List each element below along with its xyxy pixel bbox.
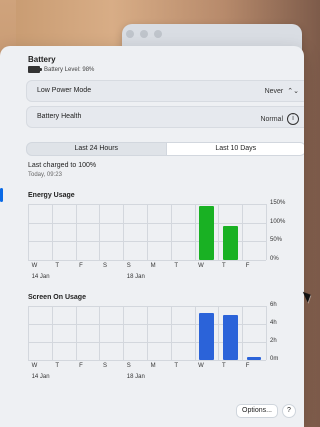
tab-last-24-hours[interactable]: Last 24 Hours bbox=[27, 143, 166, 155]
screen-v-gridline bbox=[194, 306, 196, 360]
background-window-controls bbox=[126, 30, 162, 38]
screen-x-day-label: F bbox=[79, 363, 83, 369]
low-power-mode-select[interactable]: Never ⌃⌄ bbox=[264, 87, 299, 96]
screen-x-day-label: S bbox=[102, 363, 107, 369]
screen-y-tick-label: 2h bbox=[270, 338, 277, 344]
energy-bar bbox=[199, 205, 214, 260]
info-icon[interactable]: i bbox=[287, 113, 299, 125]
energy-x-day-label: W bbox=[198, 263, 204, 269]
last-charged-time: Today, 09:23 bbox=[28, 172, 62, 178]
screen-x-day-label: W bbox=[198, 363, 204, 369]
screen-x-day-label: T bbox=[221, 363, 226, 369]
energy-x-day-label: W bbox=[31, 263, 38, 269]
energy-v-gridline bbox=[147, 204, 148, 260]
energy-v-gridline bbox=[99, 204, 101, 260]
screen-x-date-label: 18 Jan bbox=[126, 374, 145, 380]
energy-x-day-label: T bbox=[174, 263, 179, 269]
screen-v-gridline bbox=[266, 306, 267, 360]
options-button[interactable]: Options... bbox=[236, 404, 278, 418]
battery-level-row: Battery Level: 98% bbox=[28, 66, 94, 73]
energy-v-gridline bbox=[194, 204, 196, 260]
energy-x-date-label: 14 Jan bbox=[31, 274, 50, 280]
screen-y-tick-label: 4h bbox=[270, 320, 277, 326]
sidebar-selection-indicator bbox=[0, 188, 3, 202]
screen-on-usage-title: Screen On Usage bbox=[28, 294, 86, 301]
screen-v-gridline bbox=[51, 306, 53, 360]
screen-bar bbox=[246, 357, 262, 360]
energy-v-gridline bbox=[242, 204, 244, 260]
minimize-dot-icon bbox=[140, 30, 148, 38]
energy-x-day-label: S bbox=[126, 263, 131, 269]
screen-v-gridline bbox=[170, 306, 172, 360]
energy-x-day-label: T bbox=[55, 263, 60, 269]
energy-y-tick-label: 0% bbox=[270, 256, 279, 262]
panel-content: Battery Battery Level: 98% Low Power Mod… bbox=[16, 46, 304, 427]
time-range-toggle: Last 24 Hours Last 10 Days bbox=[26, 142, 304, 156]
energy-v-gridline bbox=[123, 204, 125, 260]
screen-v-gridline bbox=[28, 306, 29, 360]
energy-v-gridline bbox=[170, 204, 172, 260]
energy-v-gridline bbox=[218, 204, 220, 260]
screen-v-gridline bbox=[242, 306, 244, 360]
battery-health-value-area: Normal i bbox=[260, 113, 299, 125]
screen-v-gridline bbox=[75, 306, 77, 360]
energy-y-tick-label: 50% bbox=[270, 237, 283, 244]
screen-v-gridline bbox=[147, 306, 148, 360]
help-button[interactable]: ? bbox=[282, 404, 296, 418]
screen-v-gridline bbox=[123, 306, 125, 360]
energy-x-day-label: F bbox=[79, 263, 83, 269]
screen-x-day-label: T bbox=[174, 363, 179, 369]
screen-x-day-label: S bbox=[126, 363, 131, 369]
page-title: Battery bbox=[28, 55, 56, 64]
low-power-mode-row[interactable]: Low Power Mode Never ⌃⌄ bbox=[26, 80, 304, 102]
screen-x-day-label: M bbox=[150, 363, 156, 369]
battery-health-value: Normal bbox=[260, 115, 283, 123]
battery-icon bbox=[28, 66, 42, 73]
screen-x-day-label: F bbox=[245, 363, 250, 369]
energy-x-day-label: M bbox=[150, 263, 156, 269]
close-dot-icon bbox=[126, 30, 134, 38]
energy-x-date-label: 18 Jan bbox=[126, 274, 145, 280]
energy-bar bbox=[222, 225, 238, 260]
energy-usage-title: Energy Usage bbox=[28, 192, 75, 199]
energy-v-gridline bbox=[75, 204, 77, 260]
screen-gridline bbox=[28, 360, 266, 361]
low-power-mode-label: Low Power Mode bbox=[37, 87, 92, 94]
screen-y-tick-label: 0m bbox=[270, 356, 279, 362]
screen-bar bbox=[199, 313, 214, 360]
energy-y-tick-label: 150% bbox=[270, 200, 286, 206]
battery-health-label: Battery Health bbox=[37, 113, 82, 120]
energy-v-gridline bbox=[51, 204, 53, 260]
screen-y-tick-label: 6h bbox=[270, 302, 277, 308]
screen-x-day-label: W bbox=[31, 363, 38, 369]
updown-chevron-icon: ⌃⌄ bbox=[287, 88, 299, 95]
battery-level-text: Battery Level: 98% bbox=[44, 66, 95, 73]
energy-x-day-label: F bbox=[245, 263, 250, 269]
energy-v-gridline bbox=[28, 204, 29, 260]
screen-bar bbox=[222, 315, 238, 360]
zoom-dot-icon bbox=[154, 30, 162, 38]
screen-x-day-label: T bbox=[55, 363, 60, 369]
low-power-mode-value: Never bbox=[264, 87, 284, 95]
screen-v-gridline bbox=[99, 306, 101, 360]
energy-x-day-label: S bbox=[102, 263, 107, 269]
last-charged-label: Last charged to 100% bbox=[28, 162, 97, 169]
battery-settings-panel: Battery Battery Level: 98% Low Power Mod… bbox=[0, 46, 304, 427]
energy-x-day-label: T bbox=[221, 263, 226, 269]
mouse-cursor-icon bbox=[302, 289, 314, 303]
screen-v-gridline bbox=[218, 306, 220, 360]
screen-x-date-label: 14 Jan bbox=[31, 374, 50, 380]
energy-gridline bbox=[28, 260, 266, 261]
energy-y-tick-label: 100% bbox=[270, 218, 286, 225]
energy-v-gridline bbox=[266, 204, 267, 260]
tab-last-10-days[interactable]: Last 10 Days bbox=[165, 143, 304, 155]
battery-health-row[interactable]: Battery Health Normal i bbox=[26, 106, 304, 128]
